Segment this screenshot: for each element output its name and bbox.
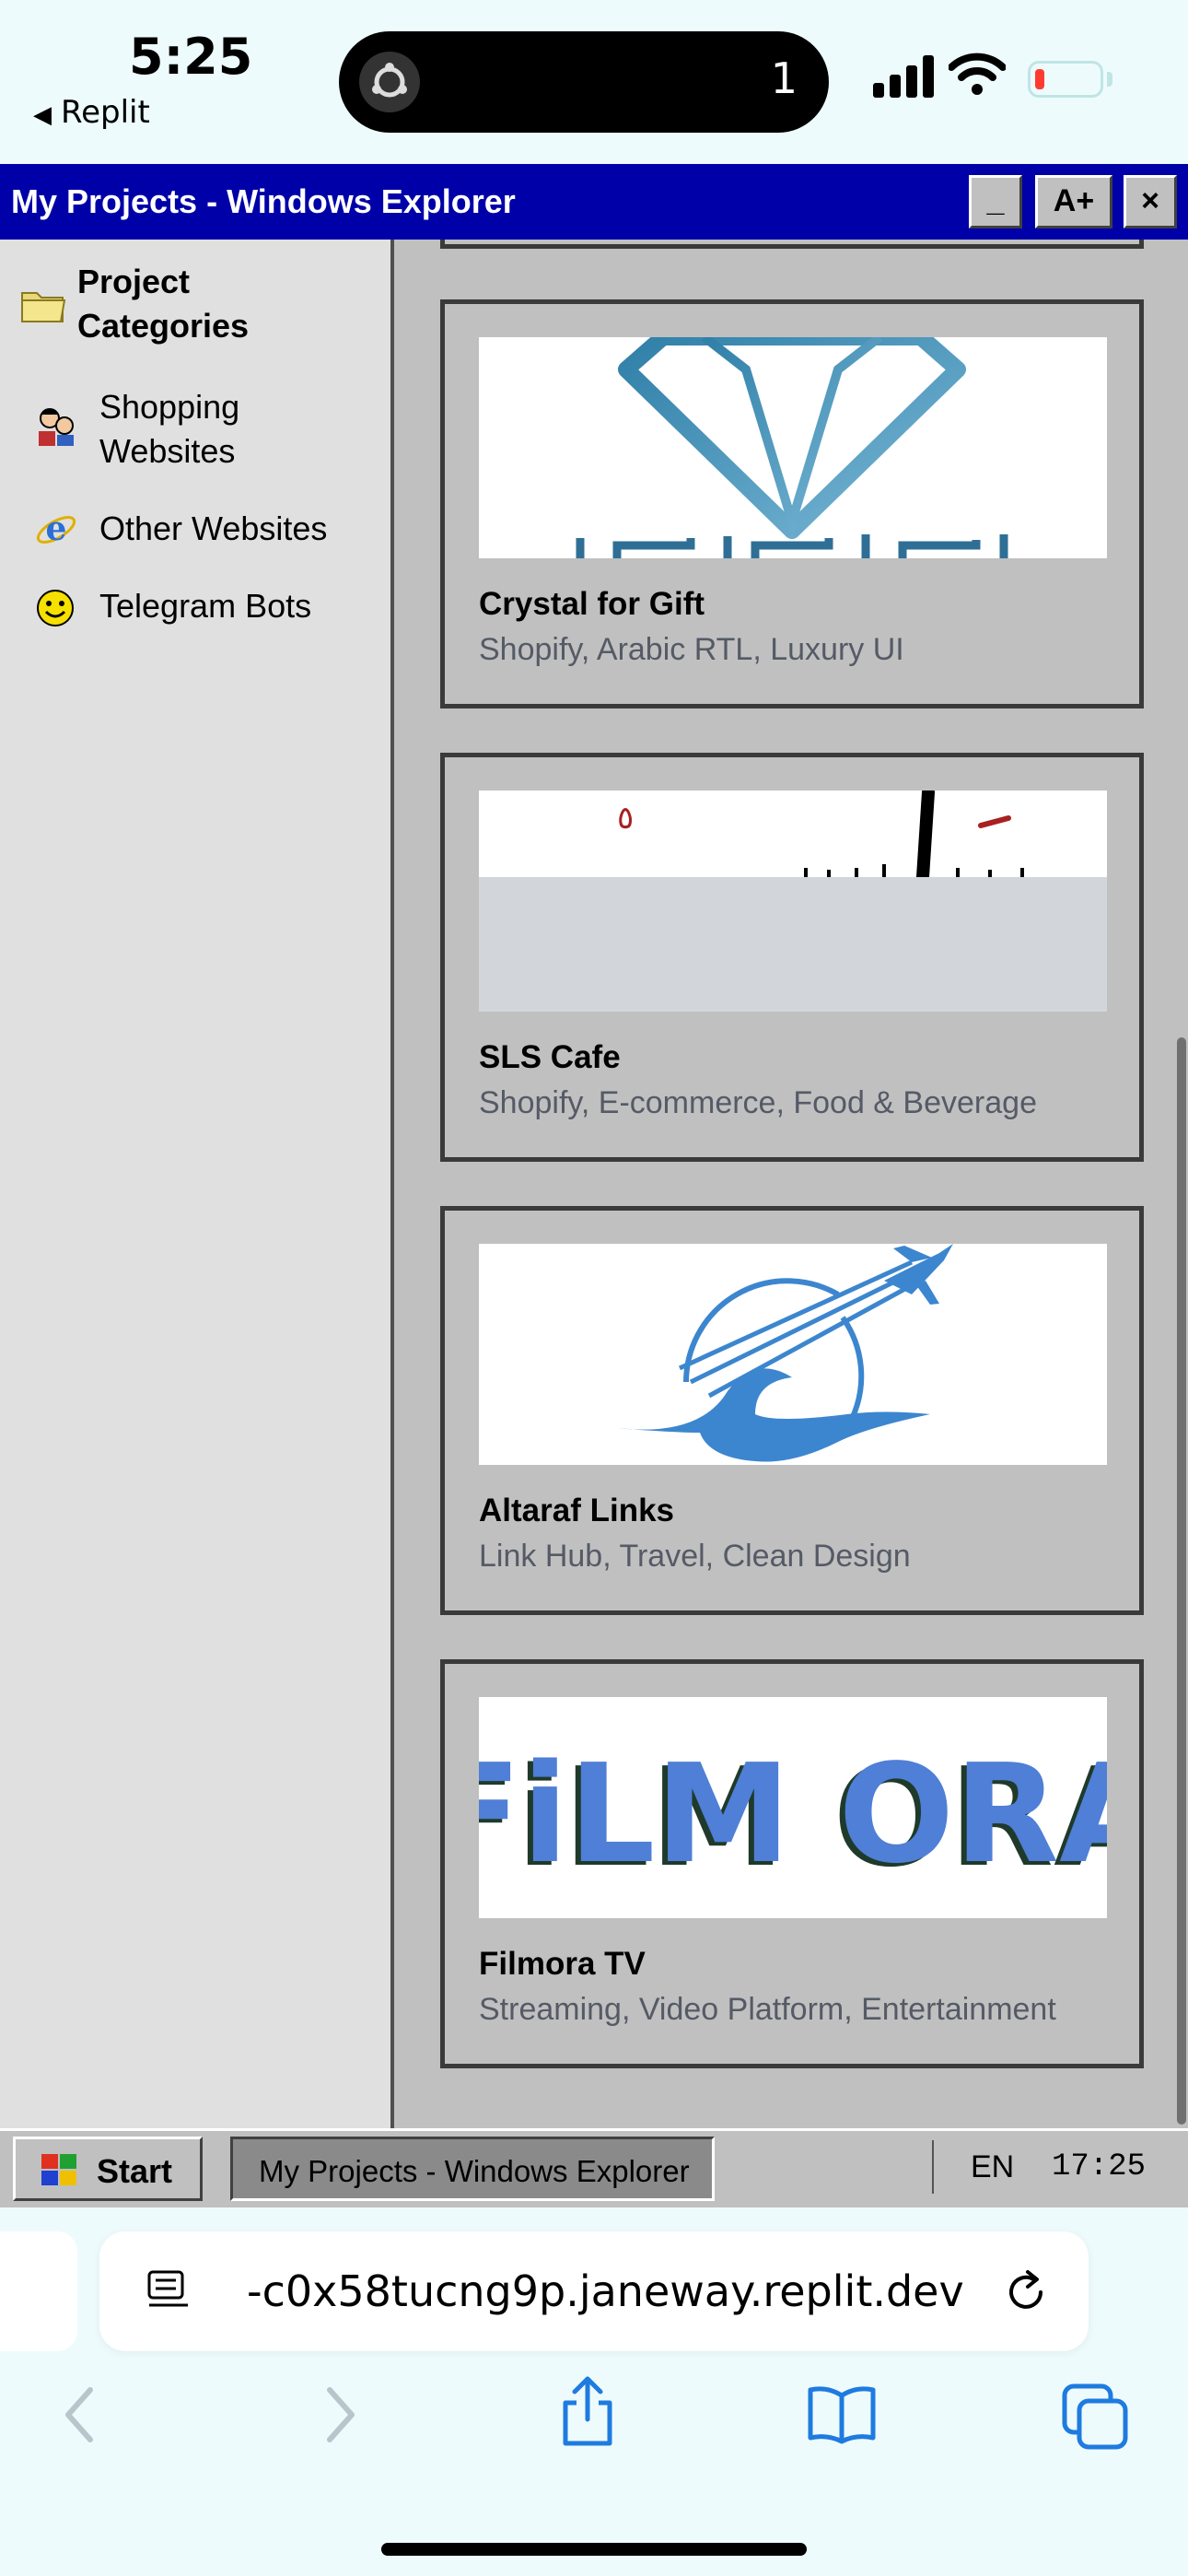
window-title: My Projects - Windows Explorer — [11, 182, 516, 220]
project-card[interactable]: Crystal for Gift Shopify, Arabic RTL, Lu… — [440, 299, 1144, 708]
dynamic-island[interactable]: 1 — [339, 31, 829, 133]
scrollbar-thumb[interactable] — [1177, 1037, 1186, 2125]
project-name: SLS Cafe — [479, 1039, 621, 1075]
battery-level — [1035, 69, 1044, 89]
project-thumbnail: ٥ — [479, 790, 1107, 1012]
sidebar: Project Categories Shopping Websites e O… — [0, 240, 394, 2128]
taskbar-window-label: My Projects - Windows Explorer — [259, 2154, 690, 2188]
back-to-app-link[interactable]: ◀ Replit — [33, 94, 150, 131]
url-text: -c0x58tucng9p.janeway.replit.dev — [247, 2266, 964, 2316]
content-scrollbar[interactable] — [1173, 240, 1188, 2128]
back-triangle-icon: ◀ — [33, 101, 52, 129]
tray-clock: 17:25 — [1052, 2149, 1147, 2184]
project-tags: Streaming, Video Platform, Entertainment — [479, 1992, 1056, 2027]
plane-wave-logo-icon — [617, 1244, 953, 1462]
project-card-previous[interactable] — [440, 240, 1144, 249]
tray-language[interactable]: EN — [971, 2149, 1014, 2185]
minimize-button[interactable]: _ — [969, 175, 1022, 228]
safari-toolbar: -c0x58tucng9p.janeway.replit.dev — [0, 2207, 1188, 2576]
wifi-icon — [948, 52, 1007, 100]
diamond-logo-icon — [576, 337, 1008, 558]
sidebar-item-label: Other Websites — [99, 509, 328, 547]
sidebar-heading-label: Project Categories — [77, 263, 250, 345]
back-arrow-icon[interactable] — [57, 2383, 103, 2452]
logo-text: FiLM ORA — [479, 1735, 1107, 1893]
windows-logo-icon — [38, 2152, 82, 2194]
sidebar-item-label: Shopping Websites — [99, 388, 240, 470]
font-size-button[interactable]: A+ — [1035, 175, 1112, 228]
reload-icon[interactable] — [1002, 2268, 1050, 2321]
internet-explorer-icon: e — [33, 507, 79, 557]
sidebar-item-label: Telegram Bots — [99, 587, 312, 625]
project-tags: Shopify, E-commerce, Food & Beverage — [479, 1085, 1037, 1120]
address-bar[interactable]: -c0x58tucng9p.janeway.replit.dev — [99, 2231, 1089, 2351]
project-thumbnail: FiLM ORA FiLM ORA — [479, 1697, 1107, 1918]
project-thumbnail — [479, 1244, 1107, 1465]
filmora-logo-icon: FiLM ORA FiLM ORA — [479, 1735, 1107, 1897]
battery-nub — [1107, 72, 1112, 87]
share-icon[interactable] — [558, 2375, 617, 2453]
page-menu-icon[interactable] — [146, 2268, 192, 2319]
project-card[interactable]: FiLM ORA FiLM ORA Filmora TV Streaming, … — [440, 1659, 1144, 2068]
project-tags: Link Hub, Travel, Clean Design — [479, 1539, 911, 1574]
project-card[interactable]: ٥ SLS Cafe Shopify, E-commerce, Food & B… — [440, 753, 1144, 1162]
project-thumbnail — [479, 337, 1107, 558]
shopping-people-icon — [33, 404, 79, 454]
back-app-label: Replit — [61, 94, 150, 131]
start-label: Start — [97, 2152, 173, 2190]
taskbar-window-button[interactable]: My Projects - Windows Explorer — [230, 2137, 715, 2201]
tabs-icon[interactable] — [1061, 2383, 1129, 2455]
explorer-window: My Projects - Windows Explorer _ A+ × Pr… — [0, 164, 1188, 2207]
cellular-signal-icon — [873, 55, 938, 102]
forward-arrow-icon[interactable] — [317, 2383, 363, 2452]
tray-divider — [932, 2140, 934, 2194]
project-card[interactable]: Altaraf Links Link Hub, Travel, Clean De… — [440, 1206, 1144, 1615]
ubuntu-icon — [359, 52, 420, 112]
ios-status-bar: 5:25 ◀ Replit 1 — [0, 0, 1188, 164]
smiley-icon — [35, 588, 76, 633]
home-indicator[interactable] — [381, 2543, 807, 2556]
taskbar: Start My Projects - Windows Explorer EN … — [0, 2128, 1188, 2207]
bookmarks-icon[interactable] — [805, 2383, 879, 2452]
folder-icon — [20, 286, 66, 329]
island-count: 1 — [770, 53, 798, 103]
window-titlebar[interactable]: My Projects - Windows Explorer _ A+ × — [0, 164, 1188, 240]
status-time: 5:25 — [129, 28, 253, 86]
battery-icon — [1028, 61, 1103, 98]
project-name: Altaraf Links — [479, 1493, 674, 1528]
project-tags: Shopify, Arabic RTL, Luxury UI — [479, 632, 904, 667]
projects-content[interactable]: Crystal for Gift Shopify, Arabic RTL, Lu… — [394, 240, 1188, 2128]
close-button[interactable]: × — [1124, 175, 1177, 228]
project-name: Filmora TV — [479, 1946, 646, 1982]
sls-cafe-logo-icon — [804, 790, 1024, 877]
svg-text:e: e — [46, 509, 67, 548]
start-button[interactable]: Start — [13, 2137, 203, 2201]
project-name: Crystal for Gift — [479, 586, 705, 622]
previous-tab-peek[interactable] — [0, 2231, 77, 2351]
